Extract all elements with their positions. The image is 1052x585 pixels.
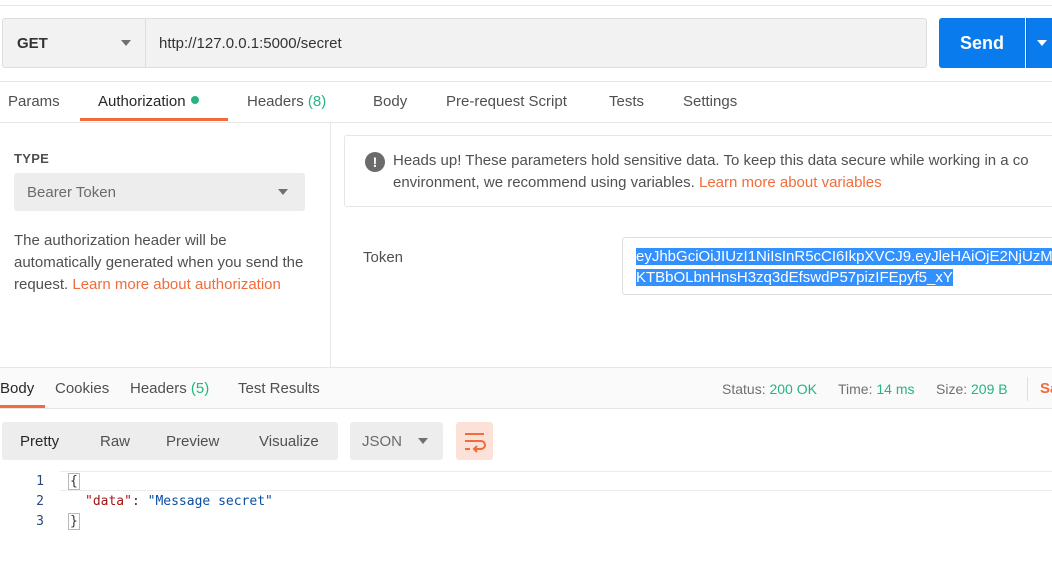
tab-authorization[interactable]: Authorization: [98, 93, 199, 110]
auth-type-label: TYPE: [14, 151, 50, 166]
json-colon: :: [131, 494, 148, 509]
active-tab-indicator: [80, 118, 228, 121]
time-value: 14 ms: [876, 381, 915, 397]
alert-circle-icon: !: [365, 152, 385, 172]
tab-body[interactable]: Body: [373, 93, 407, 110]
token-line-2: KTBbOLbnHnsH3zq3dEfswdP57pizIFEpyf5_xY: [636, 269, 953, 286]
url-input[interactable]: http://127.0.0.1:5000/secret: [146, 18, 927, 68]
send-options-button[interactable]: [1026, 18, 1052, 68]
status-divider: [1027, 377, 1028, 401]
chevron-down-icon: [418, 438, 428, 444]
view-preview-button[interactable]: Preview: [166, 433, 219, 450]
save-response-button[interactable]: Sa: [1040, 380, 1052, 397]
json-key: "data": [85, 494, 132, 509]
notice-line-2: environment, we recommend using variable…: [393, 172, 1052, 194]
response-tab-cookies[interactable]: Cookies: [55, 380, 109, 397]
size-readout: Size: 209 B: [936, 381, 1008, 397]
format-select[interactable]: JSON: [350, 422, 443, 460]
token-input[interactable]: eyJhbGciOiJIUzI1NiIsInR5cCI6IkpXVCJ9.eyJ…: [622, 237, 1052, 295]
response-tabs-bottom-border: [0, 408, 1052, 409]
url-value: http://127.0.0.1:5000/secret: [159, 34, 342, 52]
chevron-down-icon: [278, 189, 288, 195]
top-separator: [0, 5, 1052, 6]
code-current-line-top: [60, 471, 1052, 472]
send-button[interactable]: Send: [939, 18, 1025, 68]
learn-more-authorization-link[interactable]: Learn more about authorization: [72, 276, 280, 293]
response-tab-headers[interactable]: Headers (5): [130, 380, 209, 397]
view-pretty-button[interactable]: Pretty: [20, 433, 59, 450]
time-readout: Time: 14 ms: [838, 381, 915, 397]
pane-divider: [330, 123, 331, 368]
wrap-lines-button[interactable]: [456, 422, 493, 460]
tab-authorization-label: Authorization: [98, 93, 186, 110]
sensitive-data-notice: ! Heads up! These parameters hold sensit…: [344, 135, 1052, 207]
line-number: 2: [36, 494, 44, 509]
tab-headers[interactable]: Headers (8): [247, 93, 326, 110]
size-label: Size:: [936, 381, 968, 397]
tab-tests[interactable]: Tests: [609, 93, 644, 110]
line-number: 1: [36, 474, 44, 489]
response-tab-test-results[interactable]: Test Results: [238, 380, 320, 397]
auth-type-select[interactable]: Bearer Token: [14, 173, 305, 211]
chevron-down-icon: [121, 40, 131, 46]
response-tab-body[interactable]: Body: [0, 380, 34, 397]
status-label: Status:: [722, 381, 766, 397]
line-number: 3: [36, 514, 44, 529]
method-select[interactable]: GET: [2, 18, 146, 68]
tab-settings[interactable]: Settings: [683, 93, 737, 110]
tab-pre-request-script[interactable]: Pre-request Script: [446, 93, 567, 110]
code-line-3: }: [68, 513, 80, 530]
code-line-2: "data": "Message secret": [85, 494, 273, 509]
code-line-1: {: [68, 473, 80, 490]
status-dot-icon: [190, 96, 199, 104]
json-close-brace: }: [68, 513, 80, 530]
method-value: GET: [17, 34, 48, 52]
request-tabs-top-border: [0, 81, 1052, 82]
status-value: 200 OK: [769, 381, 817, 397]
tab-params[interactable]: Params: [8, 93, 60, 110]
code-current-line-bottom: [60, 490, 1052, 491]
time-label: Time:: [838, 381, 873, 397]
notice-line-1: Heads up! These parameters hold sensitiv…: [393, 152, 1029, 169]
tab-headers-label: Headers: [247, 93, 304, 110]
response-tab-headers-count: (5): [190, 380, 210, 397]
tab-headers-count: (8): [307, 93, 327, 110]
json-value: "Message secret": [147, 494, 273, 509]
status-readout: Status: 200 OK: [722, 381, 817, 397]
size-value: 209 B: [971, 381, 1008, 397]
token-label: Token: [363, 249, 404, 266]
format-value: JSON: [362, 432, 403, 450]
auth-type-value: Bearer Token: [27, 183, 116, 201]
token-line-1: eyJhbGciOiJIUzI1NiIsInR5cCI6IkpXVCJ9.eyJ…: [636, 248, 1052, 265]
notice-text: Heads up! These parameters hold sensitiv…: [393, 150, 1052, 194]
json-open-brace: {: [68, 473, 80, 490]
auth-description: The authorization header will be automat…: [14, 230, 314, 296]
view-visualize-button[interactable]: Visualize: [259, 433, 319, 450]
view-raw-button[interactable]: Raw: [100, 433, 130, 450]
wrap-lines-icon: [465, 433, 486, 453]
request-tabs-bottom-border: [0, 122, 1052, 123]
learn-more-variables-link[interactable]: Learn more about variables: [699, 174, 882, 191]
notice-line-2-text: environment, we recommend using variable…: [393, 174, 695, 191]
response-tab-headers-label: Headers: [130, 380, 187, 397]
